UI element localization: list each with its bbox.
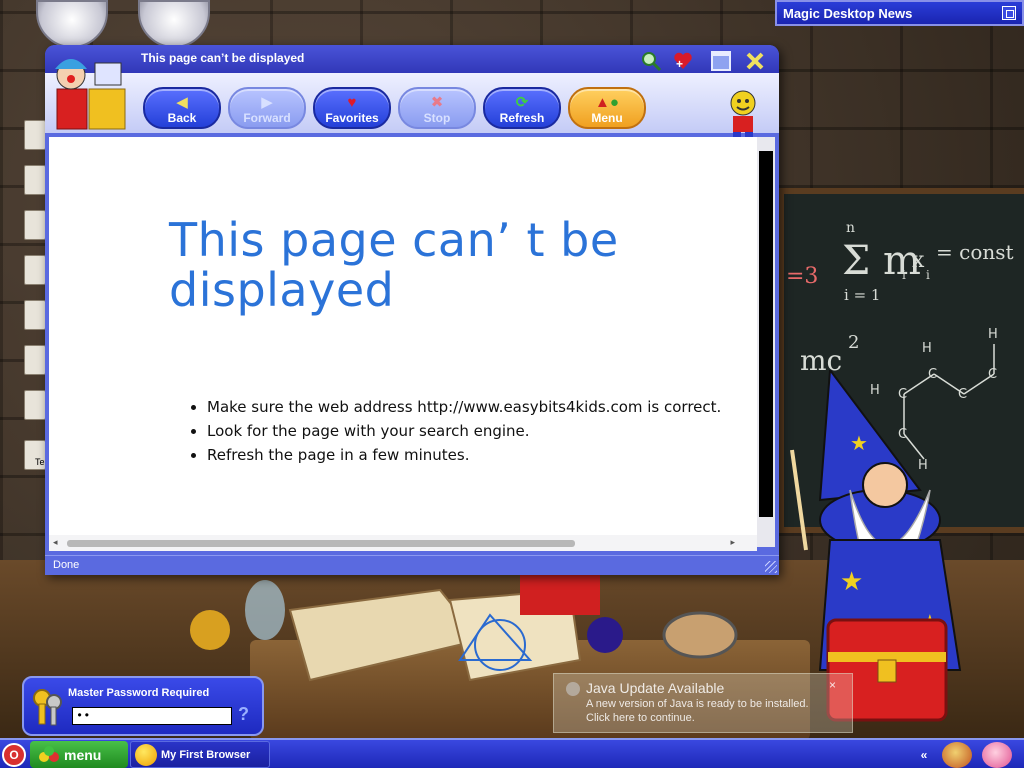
back-arrow-icon: ◀ [176, 94, 188, 111]
heart-icon: ♥ [347, 94, 357, 111]
start-menu-button[interactable]: menu [30, 741, 128, 768]
refresh-button[interactable]: ⟳ Refresh [483, 87, 561, 129]
favorites-label: Favorites [325, 111, 379, 125]
taskbar-item-label: My First Browser [161, 748, 251, 761]
favorites-button[interactable]: ♥ Favorites [313, 87, 391, 129]
chalk-text: n [846, 220, 856, 236]
news-bar[interactable]: Magic Desktop News [775, 0, 1024, 26]
forward-button[interactable]: ▶ Forward [228, 87, 306, 129]
back-label: Back [167, 111, 197, 125]
restore-icon[interactable] [1002, 6, 1016, 20]
chalk-text: i [902, 268, 906, 282]
character-icon[interactable] [982, 742, 1012, 768]
start-menu-label: menu [64, 746, 102, 763]
svg-text:+: + [676, 57, 683, 71]
page-content: This page can’ t be displayed Make sure … [49, 137, 757, 547]
close-icon[interactable] [743, 49, 767, 73]
chalk-text: Σ m [842, 238, 921, 284]
status-text: Done [53, 559, 80, 571]
chalk-text: i [926, 268, 930, 282]
horizontal-scrollbar[interactable]: ◂ ▸ [49, 535, 757, 551]
resize-grip[interactable] [765, 561, 777, 573]
java-update-title: Java Update Available [586, 680, 725, 696]
chalk-text: = const [936, 240, 1014, 264]
scroll-left-icon[interactable]: ◂ [53, 537, 58, 548]
forward-arrow-icon: ▶ [261, 94, 273, 111]
svg-text:★: ★ [850, 433, 868, 455]
suggestion-item: Look for the page with your search engin… [207, 419, 721, 443]
menu-label: Menu [591, 111, 623, 125]
refresh-label: Refresh [499, 111, 545, 125]
chalk-text: =3 [786, 264, 819, 289]
status-bar: Done [45, 555, 779, 575]
chalk-text: i = 1 [844, 286, 881, 304]
refresh-icon: ⟳ [515, 94, 529, 111]
java-update-balloon[interactable]: Java Update Available A new version of J… [553, 673, 853, 733]
keys-icon [33, 689, 62, 726]
bee-icon[interactable] [942, 742, 972, 768]
desktop-side-icon[interactable] [24, 300, 46, 330]
scroll-right-icon[interactable]: ▸ [730, 537, 735, 548]
taskbar: O menu My First Browser « [0, 738, 1024, 768]
java-update-body: A new version of Java is ready to be ins… [586, 697, 809, 725]
chalk-text: x [912, 248, 925, 273]
forward-label: Forward [243, 111, 291, 125]
vertical-scroll-thumb[interactable] [759, 151, 773, 517]
back-button[interactable]: ◀ Back [143, 87, 221, 129]
desktop-side-icon[interactable] [24, 390, 46, 420]
error-suggestions: Make sure the web address http://www.eas… [207, 395, 721, 467]
desktop-side-icon[interactable] [24, 255, 46, 285]
magnifier-icon[interactable] [639, 49, 663, 73]
desktop-side-icon[interactable]: Te [24, 440, 46, 470]
java-update-message: A new version of Java is ready to be ins… [586, 698, 809, 710]
heart-plus-icon[interactable]: + [671, 49, 695, 73]
taskbar-item-browser[interactable]: My First Browser [130, 741, 270, 768]
browser-window: This page can’t be displayed + ◀ Back ▶ … [45, 45, 779, 575]
desktop-side-icon[interactable] [24, 165, 46, 195]
stop-button[interactable]: ✖ Stop [398, 87, 476, 129]
side-icon-label: Te [35, 457, 45, 467]
desktop-side-icon[interactable] [24, 345, 46, 375]
stop-x-icon: ✖ [430, 94, 444, 111]
svg-text:★: ★ [840, 566, 863, 596]
java-update-link[interactable]: Click here to continue. [586, 711, 809, 725]
master-password-panel: Master Password Required •• ? [22, 676, 264, 736]
shapes-icon: ▲● [595, 94, 619, 111]
help-button[interactable]: ? [238, 704, 249, 725]
menu-button[interactable]: ▲● Menu [568, 87, 646, 129]
desktop-side-icon[interactable] [24, 120, 46, 150]
window-title: This page can’t be displayed [141, 51, 305, 65]
maximize-icon[interactable] [709, 49, 733, 73]
suggestion-item: Refresh the page in a few minutes. [207, 443, 721, 467]
power-icon: O [9, 748, 19, 762]
vertical-scrollbar[interactable] [757, 137, 775, 547]
menu-shapes-icon [39, 746, 59, 762]
tray-expand-icon[interactable]: « [912, 744, 936, 766]
svg-text:H: H [922, 341, 932, 356]
java-icon [566, 682, 580, 696]
stop-label: Stop [423, 111, 451, 125]
news-bar-title: Magic Desktop News [783, 5, 913, 21]
horizontal-scroll-thumb[interactable] [67, 540, 575, 547]
suggestion-item: Make sure the web address http://www.eas… [207, 395, 721, 419]
clown-mascot-icon [55, 59, 126, 130]
java-close-icon[interactable]: × [829, 678, 836, 692]
error-heading: This page can’ t be displayed [169, 213, 619, 317]
power-button[interactable]: O [2, 743, 26, 767]
chalk-text: 2 [848, 332, 860, 353]
browser-app-icon [135, 744, 157, 766]
desktop-side-icon[interactable] [24, 210, 46, 240]
title-bar[interactable]: This page can’t be displayed + [45, 45, 779, 73]
tray-expand-label: « [920, 748, 928, 762]
master-password-input[interactable]: •• [72, 707, 232, 725]
svg-text:H: H [988, 327, 998, 342]
password-panel-title: Master Password Required [68, 687, 210, 699]
